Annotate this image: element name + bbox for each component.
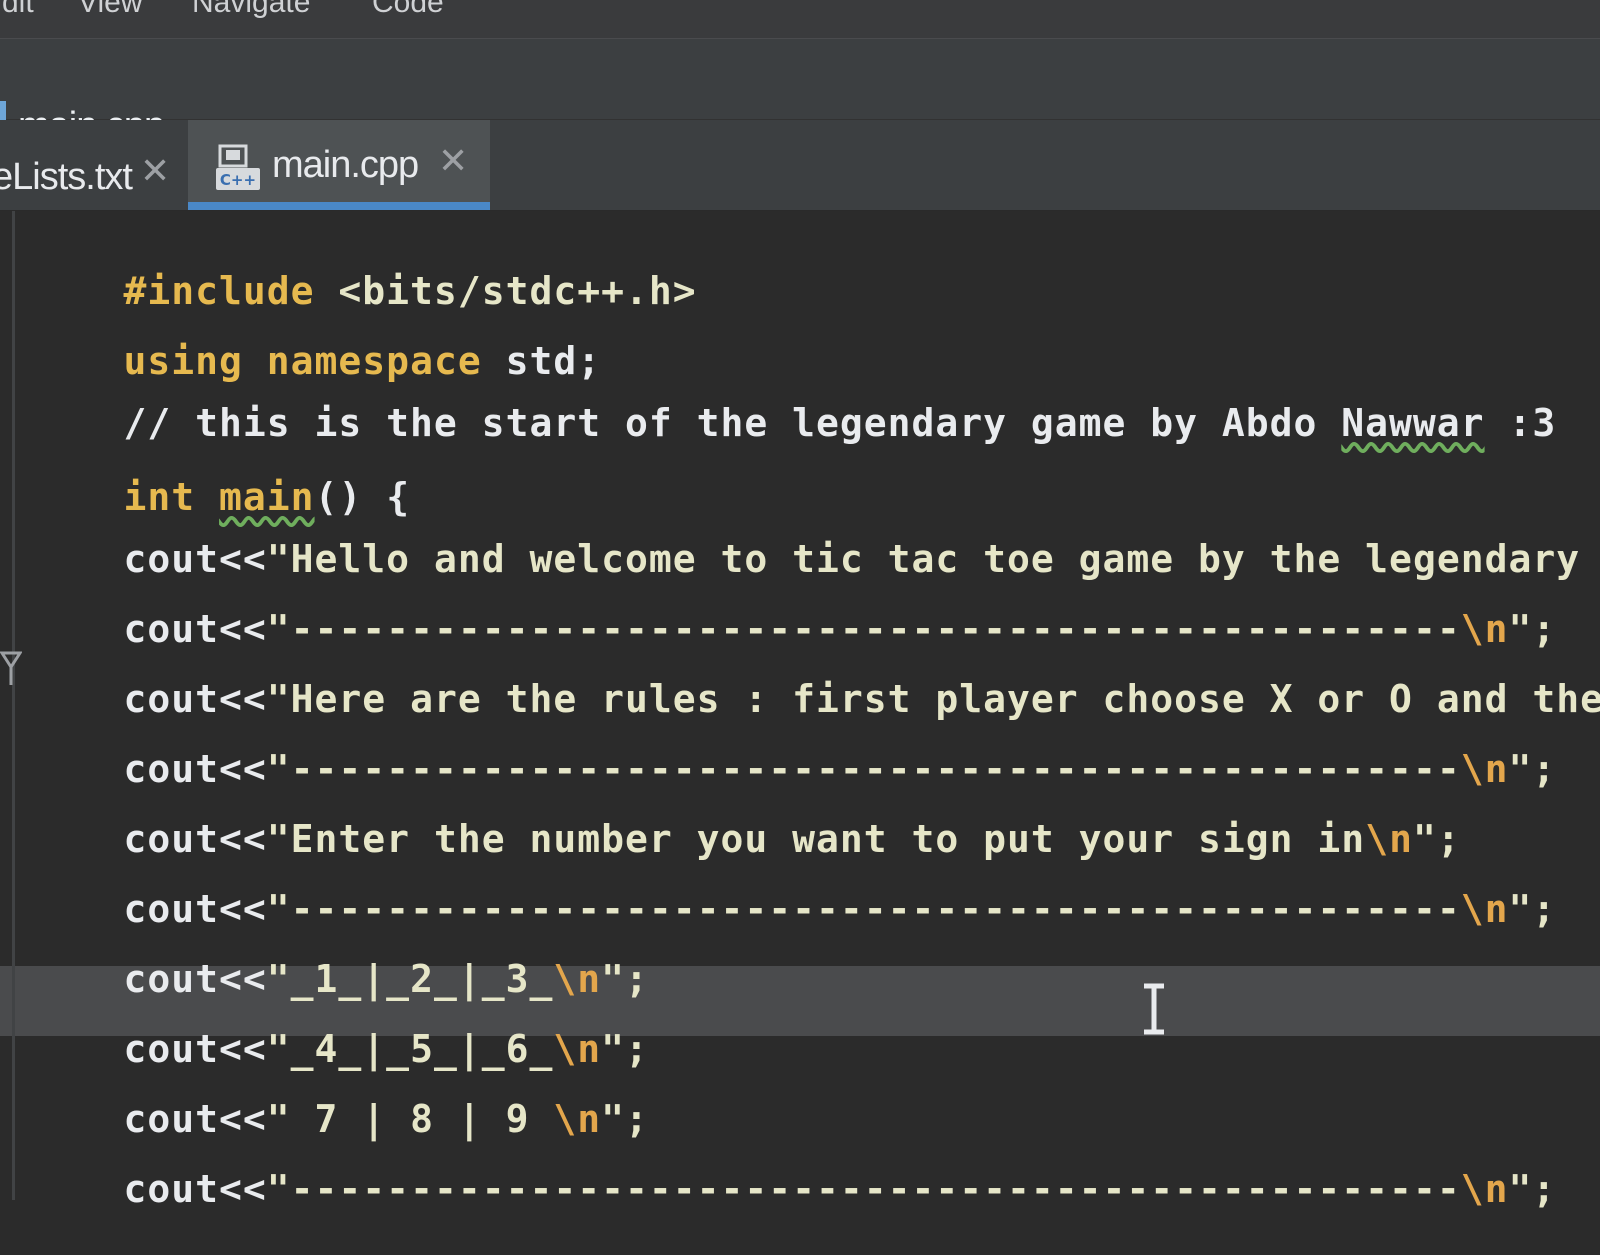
code-line: cout<<"---------------------------------… (28, 1123, 1556, 1255)
code-token: "; (1508, 747, 1557, 791)
tab-label: main.cpp (272, 144, 419, 186)
editor-tab-bar: eLists.txt ✕ C++ main.cpp ✕ (0, 120, 1600, 211)
code-editor[interactable]: #include <bits/stdc++.h> using namespace… (0, 211, 1600, 1211)
fold-icon[interactable] (0, 649, 22, 689)
tab-label: eLists.txt (0, 156, 133, 198)
text-cursor-icon (1144, 983, 1164, 1035)
menu-code[interactable]: Code (372, 0, 444, 20)
menu-edit[interactable]: dit (2, 0, 34, 20)
code-token: "; (1508, 887, 1557, 931)
close-icon[interactable]: ✕ (438, 140, 468, 182)
code-comment: :3 (1484, 401, 1557, 445)
tab-cmakelists[interactable]: eLists.txt ✕ (0, 120, 186, 210)
close-icon[interactable]: ✕ (140, 150, 170, 192)
tab-main-cpp[interactable]: C++ main.cpp ✕ (188, 120, 490, 210)
menu-view[interactable]: View (78, 0, 142, 20)
string-literal: "---------------------------------------… (266, 1167, 1461, 1211)
menu-bar: dit View Navigate Code (0, 0, 1600, 39)
escape-sequence: \n (1460, 887, 1509, 931)
svg-text:C++: C++ (220, 171, 256, 189)
cpp-file-icon: C++ (216, 144, 260, 190)
breadcrumb: main.cpp (0, 39, 1600, 147)
code-token: cout<< (123, 1167, 267, 1211)
code-token: "; (1508, 1167, 1557, 1211)
active-tab-indicator (188, 202, 490, 210)
spellcheck-word[interactable]: Nawwar (1341, 401, 1484, 445)
gutter (12, 211, 15, 1200)
escape-sequence: \n (1460, 1167, 1509, 1211)
escape-sequence: \n (1460, 747, 1509, 791)
menu-navigate[interactable]: Navigate (192, 0, 310, 20)
